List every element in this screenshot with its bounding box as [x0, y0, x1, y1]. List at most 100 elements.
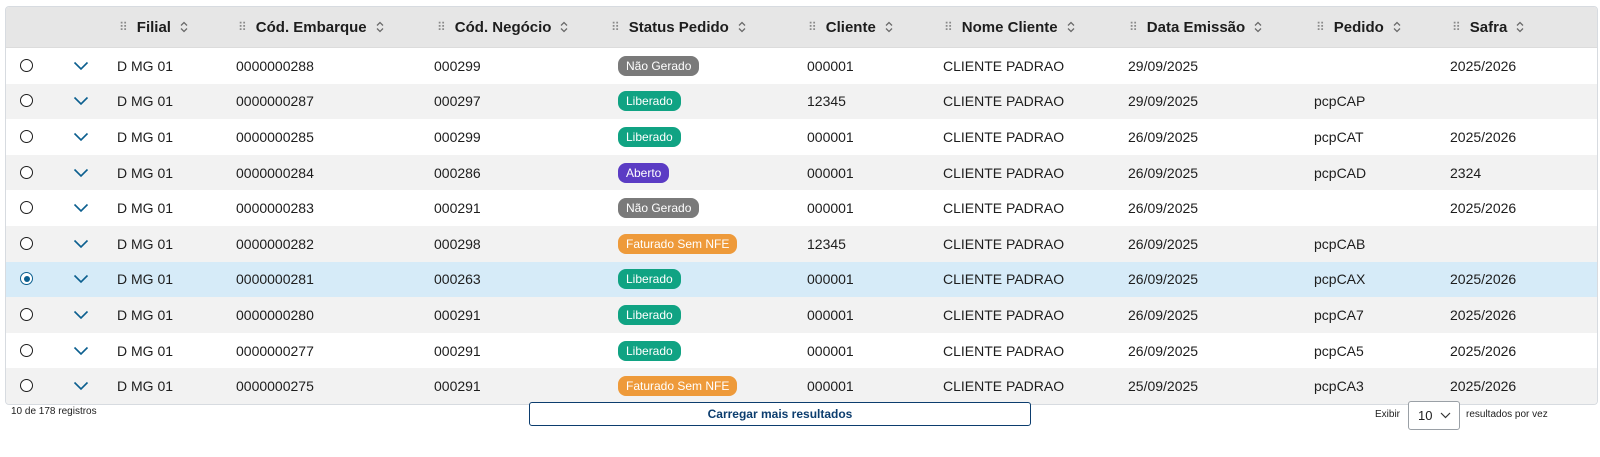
table-row[interactable]: D MG 01 0000000282 000298 Faturado Sem N… — [6, 225, 1597, 262]
column-header-pedido[interactable]: ⠿ Pedido — [1316, 7, 1401, 47]
row-select-radio[interactable] — [20, 379, 33, 393]
table-row[interactable]: D MG 01 0000000288 000299 Não Gerado 000… — [6, 48, 1597, 84]
sort-icon[interactable] — [1067, 21, 1075, 33]
column-header-data-emissao[interactable]: ⠿ Data Emissão — [1129, 7, 1262, 47]
column-header-cod-embarque[interactable]: ⠿ Cód. Embarque — [238, 7, 384, 47]
cell-pedido: pcpCA3 — [1314, 378, 1364, 395]
cell-cod-negocio: 000291 — [434, 200, 481, 217]
cell-status-pedido: Liberado — [618, 262, 681, 298]
table-row[interactable]: D MG 01 0000000281 000263 Liberado 00000… — [6, 261, 1597, 298]
cell-safra: 2025/2026 — [1450, 200, 1517, 217]
cell-nome-cliente: CLIENTE PADRAO — [943, 235, 1065, 252]
cell-cod-negocio: 000286 — [434, 164, 481, 181]
cell-safra: 2324 — [1450, 164, 1482, 181]
drag-handle-icon[interactable]: ⠿ — [1316, 20, 1325, 34]
table-row[interactable]: D MG 01 0000000287 000297 Liberado 12345… — [6, 83, 1597, 120]
drag-handle-icon[interactable]: ⠿ — [238, 20, 247, 34]
table-row[interactable]: D MG 01 0000000284 000286 Aberto 000001 … — [6, 154, 1597, 191]
chevron-down-icon[interactable] — [73, 239, 89, 249]
table-row[interactable]: D MG 01 0000000285 000299 Liberado 00000… — [6, 119, 1597, 155]
drag-handle-icon[interactable]: ⠿ — [1452, 20, 1461, 34]
load-more-button[interactable]: Carregar mais resultados — [529, 402, 1031, 426]
cell-nome-cliente: CLIENTE PADRAO — [943, 164, 1065, 181]
column-header-label: Cliente — [825, 18, 876, 36]
cell-status-pedido: Não Gerado — [618, 190, 700, 226]
cell-filial: D MG 01 — [117, 342, 174, 359]
sort-icon[interactable] — [1393, 21, 1401, 33]
cell-pedido: pcpCA5 — [1314, 342, 1364, 359]
table-body: D MG 01 0000000288 000299 Não Gerado 000… — [6, 48, 1597, 404]
chevron-down-icon — [1440, 412, 1451, 419]
cell-cliente: 000001 — [807, 342, 854, 359]
sort-icon[interactable] — [1254, 21, 1262, 33]
status-badge: Liberado — [618, 304, 681, 325]
chevron-down-icon[interactable] — [73, 132, 89, 142]
row-select-radio[interactable] — [20, 272, 33, 286]
cell-safra: 2025/2026 — [1450, 342, 1517, 359]
table-row[interactable]: D MG 01 0000000280 000291 Liberado 00000… — [6, 297, 1597, 333]
column-header-nome-cliente[interactable]: ⠿ Nome Cliente — [944, 7, 1075, 47]
drag-handle-icon[interactable]: ⠿ — [437, 20, 446, 34]
cell-cod-negocio: 000263 — [434, 271, 481, 288]
cell-nome-cliente: CLIENTE PADRAO — [943, 200, 1065, 217]
column-header-safra[interactable]: ⠿ Safra — [1452, 7, 1524, 47]
cell-cod-embarque: 0000000283 — [236, 200, 314, 217]
page-size-value: 10 — [1418, 408, 1433, 423]
column-header-label: Data Emissão — [1146, 18, 1246, 36]
cell-filial: D MG 01 — [117, 93, 174, 110]
drag-handle-icon[interactable]: ⠿ — [808, 20, 817, 34]
cell-safra: 2025/2026 — [1450, 306, 1517, 323]
column-header-filial[interactable]: ⠿ Filial — [119, 7, 188, 47]
sort-icon[interactable] — [885, 21, 893, 33]
drag-handle-icon[interactable]: ⠿ — [1129, 20, 1138, 34]
cell-filial: D MG 01 — [117, 200, 174, 217]
row-select-radio[interactable] — [20, 201, 33, 215]
cell-status-pedido: Aberto — [618, 155, 670, 191]
chevron-down-icon[interactable] — [73, 203, 89, 213]
cell-data-emissao: 26/09/2025 — [1128, 128, 1199, 145]
column-header-cliente[interactable]: ⠿ Cliente — [808, 7, 893, 47]
drag-handle-icon[interactable]: ⠿ — [119, 20, 128, 34]
cell-status-pedido: Liberado — [618, 297, 681, 333]
cell-status-pedido: Faturado Sem NFE — [618, 368, 738, 404]
row-select-radio[interactable] — [20, 58, 33, 72]
cell-status-pedido: Faturado Sem NFE — [618, 226, 738, 262]
cell-cliente: 000001 — [807, 57, 854, 74]
table-row[interactable]: D MG 01 0000000277 000291 Liberado 00000… — [6, 333, 1597, 369]
sort-icon[interactable] — [1516, 21, 1524, 33]
chevron-down-icon[interactable] — [73, 274, 89, 284]
drag-handle-icon[interactable]: ⠿ — [611, 20, 620, 34]
row-select-radio[interactable] — [20, 129, 33, 143]
drag-handle-icon[interactable]: ⠿ — [944, 20, 953, 34]
chevron-down-icon[interactable] — [73, 346, 89, 356]
chevron-down-icon[interactable] — [73, 381, 89, 391]
cell-nome-cliente: CLIENTE PADRAO — [943, 342, 1065, 359]
table-header: ⠿ Filial ⠿ Cód. Embarque ⠿ Cód. Negócio … — [6, 7, 1597, 48]
page-size-select[interactable]: 10 — [1408, 401, 1460, 430]
chevron-down-icon[interactable] — [73, 96, 89, 106]
sort-icon[interactable] — [180, 21, 188, 33]
cell-filial: D MG 01 — [117, 271, 174, 288]
column-header-status-pedido[interactable]: ⠿ Status Pedido — [611, 7, 746, 47]
table-row[interactable]: D MG 01 0000000275 000291 Faturado Sem N… — [6, 368, 1597, 404]
row-select-radio[interactable] — [20, 307, 33, 321]
column-header-label: Cód. Negócio — [454, 18, 552, 36]
row-select-radio[interactable] — [20, 343, 33, 357]
column-header-cod-negocio[interactable]: ⠿ Cód. Negócio — [437, 7, 568, 47]
sort-icon[interactable] — [560, 21, 568, 33]
chevron-down-icon[interactable] — [73, 168, 89, 178]
sort-icon[interactable] — [376, 21, 384, 33]
row-select-radio[interactable] — [20, 94, 33, 108]
table-row[interactable]: D MG 01 0000000283 000291 Não Gerado 000… — [6, 190, 1597, 226]
sort-icon[interactable] — [738, 21, 746, 33]
cell-safra: 2025/2026 — [1450, 378, 1517, 395]
status-badge: Liberado — [618, 91, 681, 112]
cell-cliente: 000001 — [807, 378, 854, 395]
status-badge: Aberto — [618, 162, 670, 183]
cell-nome-cliente: CLIENTE PADRAO — [943, 306, 1065, 323]
row-select-radio[interactable] — [20, 236, 33, 250]
row-select-radio[interactable] — [20, 165, 33, 179]
chevron-down-icon[interactable] — [73, 310, 89, 320]
cell-nome-cliente: CLIENTE PADRAO — [943, 271, 1065, 288]
chevron-down-icon[interactable] — [73, 61, 89, 71]
